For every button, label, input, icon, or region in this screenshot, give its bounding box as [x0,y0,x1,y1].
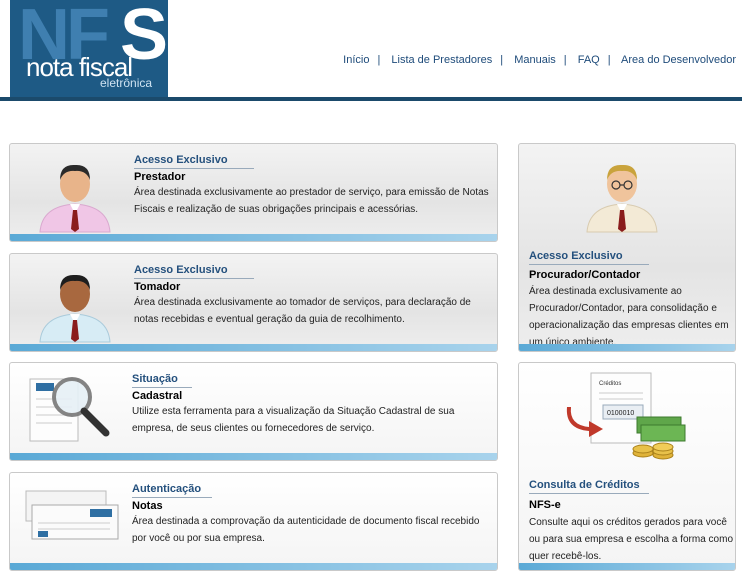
card-tomador[interactable]: Acesso Exclusivo Tomador Área destinada … [9,253,498,352]
tomador-person-icon [39,274,111,343]
procurador-person-icon [586,164,658,233]
kicker-underline [134,168,254,169]
autenticacao-title: Notas [132,500,163,512]
card-procurador[interactable]: Acesso Exclusivo Procurador/Contador Áre… [518,143,736,352]
header-bar [0,97,742,101]
prestador-title: Prestador [134,171,186,183]
top-nav: Início | Lista de Prestadores | Manuais | F… [343,54,736,66]
magnifier-document-icon [29,377,110,442]
procurador-kicker: Acesso Exclusivo [529,250,623,262]
card-autenticacao[interactable]: Autenticação Notas Área destinada a comp… [9,472,498,571]
tomador-kicker: Acesso Exclusivo [134,264,228,276]
kicker-underline [529,493,649,494]
nav-faq[interactable]: FAQ [578,54,600,66]
autenticacao-kicker: Autenticação [132,483,202,495]
kicker-underline [529,264,649,265]
doc-creditos-text: Créditos [599,381,621,387]
procurador-desc: Área destinada exclusivamente ao Procura… [529,286,729,348]
card-stripe [519,344,735,351]
logo-eletronica-text: eletrônica [100,76,153,90]
nav-separator: | [500,54,504,66]
card-prestador[interactable]: Acesso Exclusivo Prestador Área destinad… [9,143,498,242]
prestador-kicker: Acesso Exclusivo [134,154,228,166]
situacao-desc: Utilize esta ferramenta para a visualiza… [132,406,455,434]
nav-separator: | [377,54,381,66]
doc-number-text: 0100010 [607,410,634,417]
creditos-desc: Consulte aqui os créditos gerados para v… [529,517,733,562]
nav-area-desenvolvedor[interactable]: Area do Desenvolvedor [621,54,736,66]
creditos-title: NFS-e [529,499,561,511]
situacao-title: Cadastral [132,390,183,402]
card-stripe [10,234,497,241]
card-stripe [10,344,497,351]
card-stripe [10,453,497,460]
situacao-kicker: Situação [132,373,178,385]
nav-inicio[interactable]: Início [343,54,369,66]
credits-money-icon: Créditos 0100010 [566,372,686,460]
kicker-underline [132,387,192,388]
card-stripe [519,563,735,570]
card-situacao[interactable]: Situação Cadastral Utilize esta ferramen… [9,362,498,461]
nav-lista-prestadores[interactable]: Lista de Prestadores [391,54,492,66]
autenticacao-desc: Área destinada a comprovação da autentic… [132,516,480,544]
creditos-kicker: Consulta de Créditos [529,479,640,491]
nav-separator: | [563,54,567,66]
header: NF S nota fiscal eletrônica Início | List… [0,0,742,101]
nav-manuais[interactable]: Manuais [514,54,556,66]
tomador-desc: Área destinada exclusivamente ao tomador… [134,297,471,325]
prestador-person-icon [39,164,111,233]
card-stripe [10,563,497,570]
nfs-logo[interactable]: NF S nota fiscal eletrônica [10,0,168,97]
kicker-underline [132,497,212,498]
procurador-title: Procurador/Contador [529,269,641,281]
kicker-underline [134,278,254,279]
card-creditos[interactable]: Créditos 0100010 Consulta de Créditos NF… [518,362,736,571]
documents-stack-icon [25,490,119,540]
tomador-title: Tomador [134,281,181,293]
prestador-desc: Área destinada exclusivamente ao prestad… [134,187,489,215]
nav-separator: | [607,54,611,66]
